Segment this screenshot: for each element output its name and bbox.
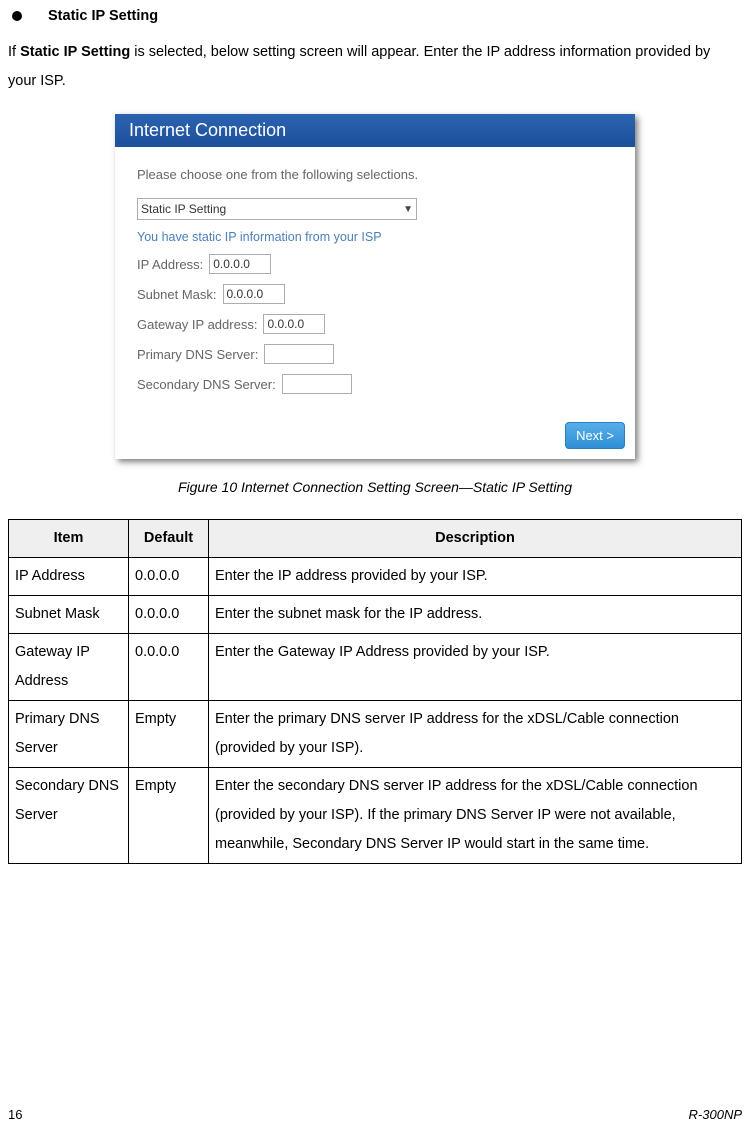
- intro-bold: Static IP Setting: [20, 44, 130, 60]
- table-row: Gateway IP Address 0.0.0.0 Enter the Gat…: [9, 634, 742, 701]
- cell-default: 0.0.0.0: [129, 634, 209, 701]
- cell-item: Gateway IP Address: [9, 634, 129, 701]
- primary-dns-label: Primary DNS Server:: [137, 347, 258, 362]
- next-button[interactable]: Next >: [565, 422, 625, 449]
- ip-address-input[interactable]: 0.0.0.0: [209, 254, 271, 274]
- subnet-mask-row: Subnet Mask: 0.0.0.0: [137, 284, 613, 304]
- panel-footer: Next >: [115, 416, 635, 459]
- cell-default: Empty: [129, 701, 209, 768]
- section-heading: Static IP Setting: [8, 8, 742, 24]
- primary-dns-row: Primary DNS Server:: [137, 344, 613, 364]
- ip-address-label: IP Address:: [137, 257, 203, 272]
- model-label: R-300NP: [689, 1107, 742, 1122]
- cell-desc: Enter the secondary DNS server IP addres…: [209, 768, 742, 864]
- cell-default: 0.0.0.0: [129, 558, 209, 596]
- connection-select-row: Static IP Setting ▼: [137, 198, 613, 220]
- cell-default: 0.0.0.0: [129, 596, 209, 634]
- secondary-dns-input[interactable]: [282, 374, 352, 394]
- table-row: Secondary DNS Server Empty Enter the sec…: [9, 768, 742, 864]
- cell-desc: Enter the Gateway IP Address provided by…: [209, 634, 742, 701]
- th-default: Default: [129, 520, 209, 558]
- cell-desc: Enter the IP address provided by your IS…: [209, 558, 742, 596]
- cell-item: IP Address: [9, 558, 129, 596]
- table-row: Primary DNS Server Empty Enter the prima…: [9, 701, 742, 768]
- cell-default: Empty: [129, 768, 209, 864]
- ip-address-row: IP Address: 0.0.0.0: [137, 254, 613, 274]
- cell-item: Primary DNS Server: [9, 701, 129, 768]
- settings-table: Item Default Description IP Address 0.0.…: [8, 519, 742, 864]
- cell-desc: Enter the subnet mask for the IP address…: [209, 596, 742, 634]
- secondary-dns-row: Secondary DNS Server:: [137, 374, 613, 394]
- cell-item: Subnet Mask: [9, 596, 129, 634]
- table-header-row: Item Default Description: [9, 520, 742, 558]
- static-ip-hint: You have static IP information from your…: [137, 230, 613, 244]
- screenshot-figure: Internet Connection Please choose one fr…: [8, 114, 742, 459]
- bullet-icon: [12, 11, 22, 21]
- heading-text: Static IP Setting: [48, 8, 158, 24]
- panel-titlebar: Internet Connection: [115, 114, 635, 147]
- chevron-down-icon: ▼: [403, 204, 413, 215]
- cell-desc: Enter the primary DNS server IP address …: [209, 701, 742, 768]
- panel-prompt: Please choose one from the following sel…: [137, 167, 613, 182]
- page-footer: 16 R-300NP: [8, 1107, 742, 1122]
- figure-caption: Figure 10 Internet Connection Setting Sc…: [8, 479, 742, 495]
- gateway-ip-row: Gateway IP address: 0.0.0.0: [137, 314, 613, 334]
- th-description: Description: [209, 520, 742, 558]
- gateway-ip-input[interactable]: 0.0.0.0: [263, 314, 325, 334]
- connection-select-value: Static IP Setting: [141, 202, 226, 216]
- gateway-ip-label: Gateway IP address:: [137, 317, 257, 332]
- router-panel: Internet Connection Please choose one fr…: [115, 114, 635, 459]
- panel-body: Please choose one from the following sel…: [115, 147, 635, 416]
- secondary-dns-label: Secondary DNS Server:: [137, 377, 276, 392]
- table-row: Subnet Mask 0.0.0.0 Enter the subnet mas…: [9, 596, 742, 634]
- subnet-mask-input[interactable]: 0.0.0.0: [223, 284, 285, 304]
- connection-select[interactable]: Static IP Setting ▼: [137, 198, 417, 220]
- table-row: IP Address 0.0.0.0 Enter the IP address …: [9, 558, 742, 596]
- cell-item: Secondary DNS Server: [9, 768, 129, 864]
- th-item: Item: [9, 520, 129, 558]
- subnet-mask-label: Subnet Mask:: [137, 287, 217, 302]
- intro-prefix: If: [8, 44, 20, 60]
- intro-paragraph: If Static IP Setting is selected, below …: [8, 38, 742, 96]
- primary-dns-input[interactable]: [264, 344, 334, 364]
- page-number: 16: [8, 1107, 22, 1122]
